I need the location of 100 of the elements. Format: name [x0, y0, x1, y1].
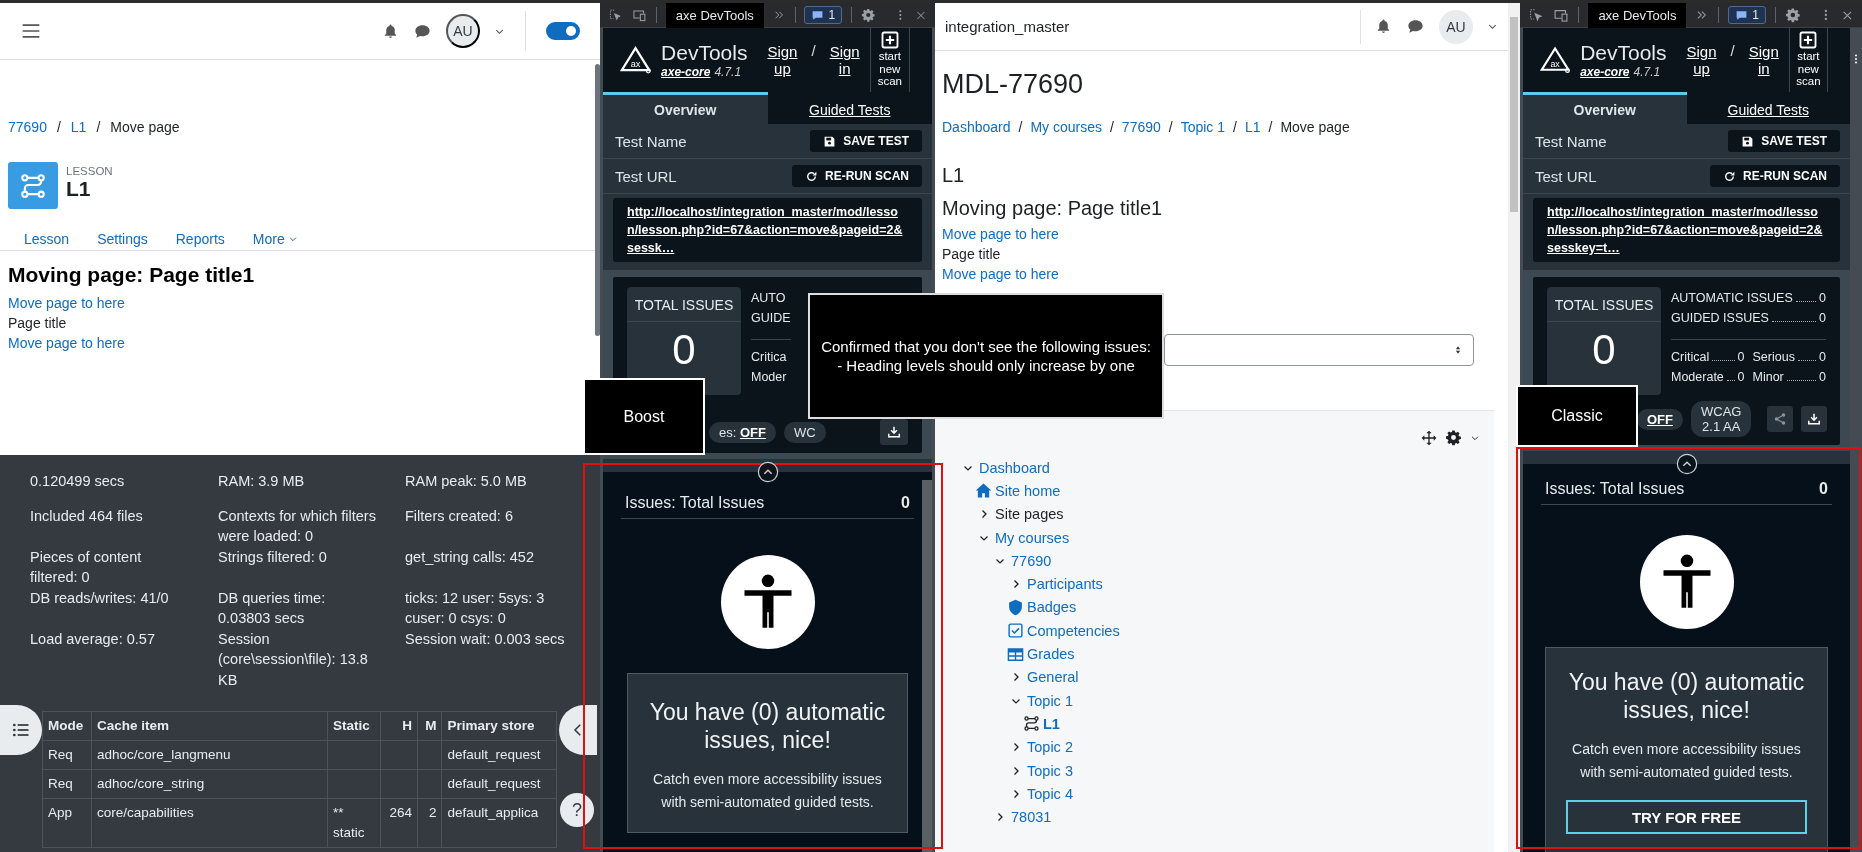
messages-icon[interactable]	[1406, 17, 1425, 36]
brand-name: DevTools	[1580, 41, 1667, 65]
best-practices-toggle[interactable]: OFF	[1637, 408, 1683, 430]
scrollbar[interactable]	[922, 480, 932, 852]
scrollbar[interactable]	[595, 64, 600, 336]
inspect-icon[interactable]	[608, 7, 623, 23]
nav-tab[interactable]: Lesson	[10, 227, 84, 254]
settings-icon[interactable]	[1445, 429, 1462, 446]
tree-item[interactable]: Participants	[1027, 576, 1103, 593]
issues-counter-button[interactable]: 1	[1728, 6, 1766, 24]
tree-item[interactable]: Topic 1	[1027, 692, 1073, 709]
test-url-link[interactable]: http://localhost/integration_master/mod/lesson/lesson.php?id=67&action=move&pageid=2&sesskey=t…	[1533, 198, 1840, 262]
tree-item[interactable]: General	[1027, 669, 1079, 686]
tree-item[interactable]: Topic 3	[1027, 762, 1073, 779]
promo-title: You have (0) automatic issues, nice!	[648, 698, 887, 754]
download-button[interactable]	[880, 419, 908, 445]
new-scan-button[interactable]: start new scan	[1788, 28, 1828, 92]
panel-tab[interactable]: Guided Tests	[1686, 92, 1850, 124]
tree-item[interactable]: Site pages	[995, 506, 1064, 523]
performance-stat: Included 464 files	[30, 506, 144, 526]
notification-bell-icon[interactable]	[382, 21, 399, 41]
accessibility-icon	[1639, 535, 1734, 629]
move-page-link[interactable]: Move page to here	[8, 293, 125, 313]
breadcrumb-link[interactable]: 77690	[8, 119, 47, 135]
move-page-link[interactable]: Move page to here	[942, 264, 1059, 284]
table-cell: core/capabilities	[97, 805, 194, 820]
user-avatar[interactable]: AU	[446, 14, 480, 48]
tree-item[interactable]: Site home	[995, 482, 1061, 499]
course-index-button[interactable]	[0, 705, 42, 755]
nav-tab[interactable]: Settings	[83, 227, 162, 254]
tree-item[interactable]: Competencies	[1027, 622, 1120, 639]
collapse-icon[interactable]	[756, 461, 779, 483]
tree-item[interactable]: Topic 4	[1027, 785, 1073, 802]
rerun-scan-button[interactable]: RE-RUN SCAN	[792, 165, 922, 187]
engine-link[interactable]: axe-core	[661, 65, 711, 79]
test-url-link[interactable]: http://localhost/integration_master/mod/lesson/lesson.php?id=67&action=move&pageid=2&sessk…	[613, 198, 922, 262]
breadcrumb-link[interactable]: Dashboard	[942, 119, 1011, 135]
download-icon	[1807, 412, 1822, 426]
refresh-icon	[1723, 169, 1736, 183]
performance-stat: DB reads/writes: 41/0	[30, 588, 170, 608]
new-scan-button[interactable]: start new scan	[869, 28, 910, 92]
page-title-text: Page title	[8, 314, 67, 333]
collapse-icon[interactable]	[1675, 453, 1698, 475]
lesson-icon	[1023, 715, 1040, 733]
edit-mode-toggle[interactable]	[546, 22, 580, 40]
move-page-link[interactable]: Move page to here	[942, 224, 1059, 244]
tree-item[interactable]: 78031	[1011, 809, 1052, 826]
sign-in-link[interactable]: Sign in	[829, 43, 860, 77]
download-icon	[887, 425, 901, 439]
inspect-icon[interactable]	[1528, 7, 1544, 23]
wcag-level-button[interactable]: WC	[783, 421, 826, 443]
issue-count: 0	[1819, 291, 1826, 305]
page-title-text: Page title	[942, 245, 1001, 264]
nav-tab[interactable]: More	[238, 227, 312, 254]
devtools-tab[interactable]: axe DevTools	[665, 2, 764, 28]
scrollbar[interactable]	[1508, 3, 1520, 852]
sign-up-link[interactable]: Sign up	[767, 43, 798, 77]
nav-tab[interactable]: Reports	[161, 227, 239, 254]
tree-item[interactable]: Badges	[1027, 599, 1077, 616]
download-button[interactable]	[1801, 406, 1828, 432]
performance-stat: Session wait: 0.003 secs	[405, 629, 566, 649]
performance-stat: DB queries time: 0.03803 secs	[218, 588, 327, 628]
move-icon[interactable]	[1421, 429, 1437, 446]
share-button[interactable]	[1767, 406, 1794, 432]
select-field[interactable]	[1164, 334, 1474, 366]
issues-counter-button[interactable]: 1	[804, 6, 843, 24]
tree-item[interactable]: L1	[1043, 715, 1060, 732]
tree-item[interactable]: 77690	[1011, 552, 1052, 569]
move-page-link[interactable]: Move page to here	[8, 333, 125, 353]
notification-bell-icon[interactable]	[1375, 17, 1392, 36]
test-name-label: Test Name	[615, 132, 687, 150]
tree-item[interactable]: Dashboard	[979, 459, 1050, 476]
close-icon[interactable]	[1841, 8, 1854, 22]
tree-item[interactable]: My courses	[995, 529, 1070, 546]
column-header: Mode	[42, 711, 92, 741]
sign-in-link[interactable]: Sign in	[1748, 43, 1779, 77]
save-test-button[interactable]: SAVE TEST	[810, 130, 922, 152]
message-icon	[1735, 8, 1749, 22]
user-avatar[interactable]: AU	[1439, 9, 1473, 44]
menu-icon[interactable]	[20, 21, 42, 41]
save-test-button[interactable]: SAVE TEST	[1728, 130, 1840, 152]
site-name[interactable]: integration_master	[945, 18, 1070, 35]
breadcrumb-link[interactable]: L1	[70, 119, 87, 135]
wcag-level-button[interactable]: WCAG 2.1 AA	[1691, 401, 1752, 437]
rerun-scan-button[interactable]: RE-RUN SCAN	[1710, 165, 1840, 187]
tree-item[interactable]: Grades	[1027, 646, 1075, 662]
tree-item[interactable]: Topic 2	[1027, 739, 1073, 756]
best-practices-toggle[interactable]: es: OFF	[709, 421, 776, 443]
breadcrumb-link[interactable]: 77690	[1121, 119, 1161, 135]
devtools-tab[interactable]: axe DevTools	[1588, 2, 1687, 28]
breadcrumb-link[interactable]: My courses	[1030, 119, 1102, 135]
try-for-free-button[interactable]: TRY FOR FREE	[1566, 800, 1807, 834]
engine-link[interactable]: axe-core	[1580, 65, 1630, 79]
accessibility-icon	[720, 555, 815, 649]
issue-count: 0	[1819, 370, 1826, 384]
breadcrumb-link[interactable]: L1	[1244, 119, 1261, 135]
save-icon	[1741, 134, 1755, 148]
sign-up-link[interactable]: Sign up	[1686, 43, 1717, 77]
breadcrumb-link[interactable]: Topic 1	[1180, 119, 1226, 135]
panel-tab[interactable]: Guided Tests	[767, 92, 932, 124]
